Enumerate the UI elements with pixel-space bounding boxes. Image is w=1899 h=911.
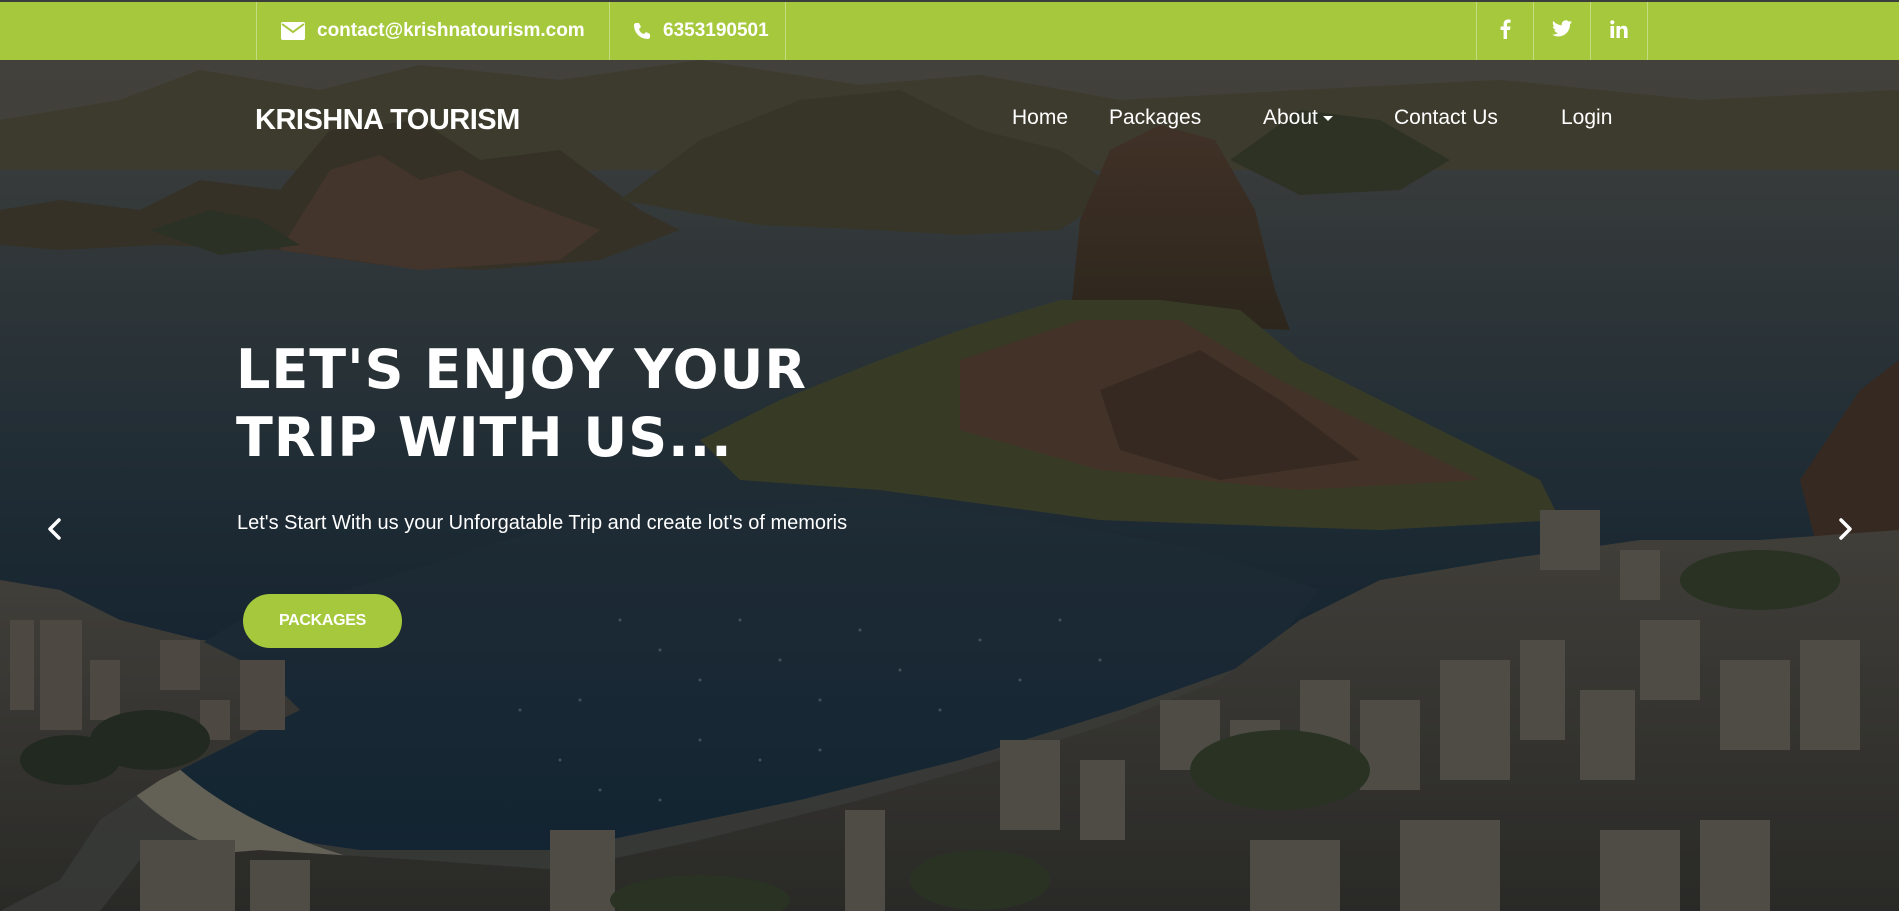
email-text: contact@krishnatourism.com [317,20,585,41]
hero-headline-line-2: TRIP WITH US... [236,406,733,469]
nav-contact-us[interactable]: Contact Us [1394,106,1498,130]
carousel-next-button[interactable] [1830,514,1860,544]
caret-down-icon [1322,115,1333,121]
phone-text: 6353190501 [663,20,769,41]
carousel-prev-button[interactable] [40,514,70,544]
top-contact-bar: contact@krishnatourism.com 6353190501 [0,0,1899,60]
envelope-icon [281,22,305,40]
chevron-right-icon [1830,518,1860,548]
topbar-divider [785,2,786,60]
phone-icon [633,22,651,40]
topbar-divider [1647,2,1648,60]
hero-headline-line-1: LET'S ENJOY YOUR [236,338,807,401]
nav-about[interactable]: About [1263,106,1333,130]
nav-about-label: About [1263,106,1318,129]
hero-background-image [0,60,1899,911]
twitter-icon [1552,20,1572,42]
topbar-divider [256,2,257,60]
linkedin-link[interactable] [1591,2,1647,60]
chevron-left-icon [40,518,70,548]
email-contact[interactable]: contact@krishnatourism.com [281,2,585,60]
facebook-icon [1499,19,1511,44]
nav-login[interactable]: Login [1561,106,1612,130]
brand-logo[interactable]: KRISHNA TOURISM [255,104,520,137]
linkedin-icon [1610,19,1628,43]
nav-home[interactable]: Home [1012,106,1068,130]
hero-subtitle: Let's Start With us your Unforgatable Tr… [237,512,848,534]
twitter-link[interactable] [1534,2,1590,60]
hero-section [0,60,1899,911]
phone-contact[interactable]: 6353190501 [633,2,769,60]
facebook-link[interactable] [1477,2,1533,60]
topbar-divider [609,2,610,60]
nav-packages[interactable]: Packages [1109,106,1201,130]
packages-button[interactable]: PACKAGES [243,594,402,648]
hero-headline: LET'S ENJOY YOUR TRIP WITH US... [236,336,936,472]
